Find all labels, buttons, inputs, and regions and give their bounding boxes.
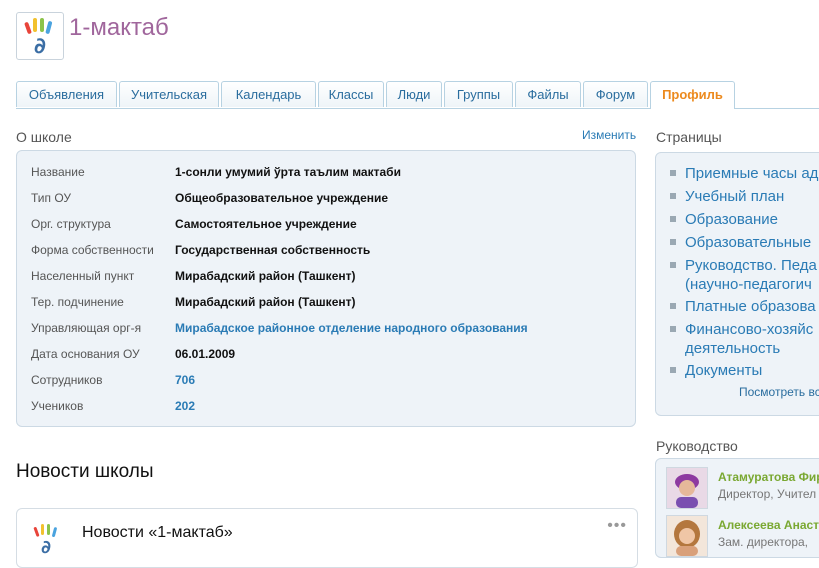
info-value: Общеобразовательное учреждение: [175, 191, 389, 205]
info-value: Самостоятельное учреждение: [175, 217, 357, 231]
bullet-icon: [670, 170, 676, 176]
bullet-icon: [670, 326, 676, 332]
bullet-icon: [670, 303, 676, 309]
leadership-panel: Атамуратова Фир Директор, Учител Алексее…: [655, 458, 819, 558]
news-card[interactable]: ∂ Новости «1-мактаб» •••: [16, 508, 638, 568]
leadership-heading: Руководство: [656, 438, 738, 454]
page-link[interactable]: Документы: [670, 361, 762, 380]
info-value: Государственная собственность: [175, 243, 371, 257]
bullet-icon: [670, 262, 676, 268]
info-value: 06.01.2009: [175, 347, 236, 361]
page-link[interactable]: Платные образова: [670, 297, 816, 316]
tab-announcements[interactable]: Объявления: [16, 81, 117, 107]
page-link[interactable]: Учебный план: [670, 187, 784, 206]
page-link[interactable]: Руководство. Педа (научно-педагогич: [670, 256, 817, 294]
person-role: Директор, Учител: [718, 487, 817, 501]
info-value: Мирабадский район (Ташкент): [175, 269, 356, 283]
news-card-title[interactable]: Новости «1-мактаб»: [82, 524, 233, 542]
see-all-link[interactable]: Посмотреть вс: [739, 385, 819, 399]
tab-groups[interactable]: Группы: [444, 81, 513, 107]
bullet-icon: [670, 216, 676, 222]
pages-heading: Страницы: [656, 129, 722, 145]
bullet-icon: [670, 239, 676, 245]
main-tabs: Объявления Учительская Календарь Классы …: [16, 81, 819, 109]
info-value: Мирабадский район (Ташкент): [175, 295, 356, 309]
page-link[interactable]: Финансово-хозяйс деятельность: [670, 320, 813, 358]
page-link[interactable]: Образование: [670, 210, 778, 229]
info-key: Орг. структура: [31, 217, 111, 231]
tab-profile[interactable]: Профиль: [650, 81, 735, 109]
info-key: Название: [31, 165, 85, 179]
edit-link[interactable]: Изменить: [582, 128, 636, 142]
info-key: Населенный пункт: [31, 269, 135, 283]
info-key: Тип ОУ: [31, 191, 72, 205]
more-dots-icon[interactable]: •••: [607, 517, 627, 535]
bullet-icon: [670, 193, 676, 199]
avatar[interactable]: [666, 467, 708, 509]
bullet-icon: [670, 367, 676, 373]
hand-logo-icon: ∂: [29, 521, 65, 558]
person-card[interactable]: Алексеева Анаст Зам. директора,: [666, 515, 819, 557]
info-key: Форма собственности: [31, 243, 154, 257]
info-key: Сотрудников: [31, 373, 103, 387]
tab-forum[interactable]: Форум: [583, 81, 648, 107]
school-logo[interactable]: ∂: [16, 12, 64, 60]
staff-count-link[interactable]: 706: [175, 373, 635, 387]
tab-files[interactable]: Файлы: [515, 81, 581, 107]
about-heading: О школе: [16, 129, 72, 145]
page-link[interactable]: Приемные часы ад: [670, 164, 818, 183]
svg-text:∂: ∂: [34, 34, 46, 59]
school-info-panel: Название 1-сонли умумий ўрта таълим макта…: [16, 150, 636, 427]
person-card[interactable]: Атамуратова Фир Директор, Учител: [666, 467, 819, 509]
page-link[interactable]: Образовательные: [670, 233, 811, 252]
info-value: 1-сонли умумий ўрта таълим мактаби: [175, 165, 401, 179]
tab-calendar[interactable]: Календарь: [221, 81, 316, 107]
person-name[interactable]: Алексеева Анаст: [718, 518, 819, 532]
info-key: Тер. подчинение: [31, 295, 124, 309]
site-title[interactable]: 1-мактаб: [69, 14, 169, 42]
info-key: Управляющая орг-я: [31, 321, 142, 335]
person-name[interactable]: Атамуратова Фир: [718, 470, 819, 484]
pages-panel: Приемные часы ад Учебный план Образовани…: [655, 152, 819, 416]
tab-people[interactable]: Люди: [386, 81, 442, 107]
info-key: Учеников: [31, 399, 84, 413]
avatar[interactable]: [666, 515, 708, 557]
person-role: Зам. директора,: [718, 535, 808, 549]
students-count-link[interactable]: 202: [175, 399, 635, 413]
managing-org-link[interactable]: Мирабадское районное отделение народного…: [175, 321, 635, 335]
tab-teachers-room[interactable]: Учительская: [119, 81, 219, 107]
hand-logo-icon: ∂: [24, 18, 53, 59]
tab-classes[interactable]: Классы: [318, 81, 384, 107]
info-key: Дата основания ОУ: [31, 347, 140, 361]
svg-text:∂: ∂: [41, 537, 51, 557]
news-heading: Новости школы: [16, 461, 154, 482]
